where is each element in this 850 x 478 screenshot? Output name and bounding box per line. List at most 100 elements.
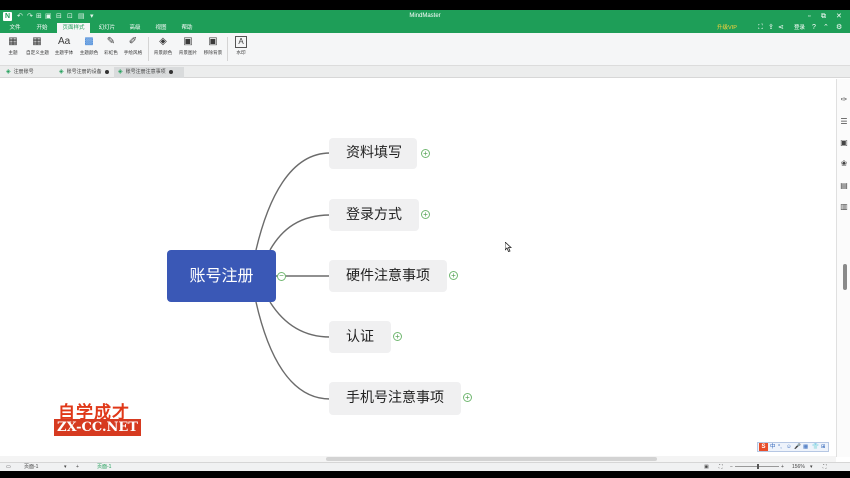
help-icon[interactable]: ? xyxy=(812,24,816,32)
status-bar: ▭ 页面-1 ▾ + 页面-1 ▣ ⛶ − + 156% ▾ ⛶ xyxy=(0,462,850,471)
ime-toolbar[interactable]: S 中 °, ☺ 🎤 ▦ 👕 ⊞ xyxy=(757,442,829,452)
fullscreen-view-icon[interactable]: ⛶ xyxy=(719,464,723,471)
fit-width-icon[interactable]: ⛶ xyxy=(823,464,827,471)
zoom-in-icon[interactable]: + xyxy=(781,464,784,471)
ime-chinese-mode[interactable]: 中 xyxy=(770,443,776,451)
maximize-icon[interactable]: ⧉ xyxy=(821,12,826,21)
title-bar: N ↶ ↷ ⊞ ▣ ⊟ ⊡ ▤ ▾ MindMaster ▫ ⧉ ✕ xyxy=(0,10,850,23)
custom-theme-icon: ▦ xyxy=(32,36,42,47)
tab-help[interactable]: 帮助 xyxy=(176,23,198,33)
upgrade-vip-button[interactable]: 升级VIP xyxy=(717,24,737,32)
main-topic[interactable]: 手机号注意事项 xyxy=(329,382,461,415)
zoom-dropdown-icon[interactable]: ▾ xyxy=(810,464,813,471)
mindmap-canvas[interactable]: 账号注册 − 资料填写 + 登录方式 + 硬件注意事项 + 认证 + 手机号注意… xyxy=(0,79,836,457)
background-color-button[interactable]: ◈ 背景颜色 xyxy=(152,36,174,62)
unsaved-dot-icon[interactable] xyxy=(168,69,173,74)
app-window: N ↶ ↷ ⊞ ▣ ⊟ ⊡ ▤ ▾ MindMaster ▫ ⧉ ✕ 文件 开始… xyxy=(0,10,850,471)
ime-punctuation[interactable]: °, xyxy=(778,443,782,451)
vertical-scrollbar[interactable] xyxy=(829,95,834,455)
collapse-branch-icon[interactable]: − xyxy=(277,272,286,281)
rainbow-button[interactable]: ✎ 彩虹色 xyxy=(100,36,122,62)
app-title: MindMaster xyxy=(409,13,441,19)
doc-tab-label: 账号注册注意事项 xyxy=(125,69,166,75)
fit-page-icon[interactable]: ▣ xyxy=(704,464,709,471)
doc-tab[interactable]: ◈ 账号注册的设备 xyxy=(55,67,111,78)
remove-background-label: 移除背景 xyxy=(203,50,223,55)
zoom-out-icon[interactable]: − xyxy=(730,464,733,471)
ime-toolbox-icon[interactable]: ⊞ xyxy=(821,443,826,451)
close-icon[interactable]: ✕ xyxy=(836,12,842,21)
branch-line xyxy=(269,301,331,338)
theme-font-label: 主题字体 xyxy=(54,50,74,55)
hand-drawn-button[interactable]: ✐ 手绘风格 xyxy=(122,36,144,62)
custom-theme-button[interactable]: ▦ 自定义主题 xyxy=(26,36,49,62)
tab-page-style[interactable]: 页面样式 xyxy=(57,23,90,33)
clipart-icon[interactable]: ❀ xyxy=(839,159,849,169)
main-topic[interactable]: 硬件注意事项 xyxy=(329,260,447,292)
settings-icon[interactable]: ⚙ xyxy=(836,24,842,32)
tab-advanced[interactable]: 高级 xyxy=(124,23,146,33)
expand-plus-icon[interactable]: + xyxy=(393,332,402,341)
watermark-button[interactable]: A 水印 xyxy=(230,36,252,62)
share-icon[interactable]: ⋖ xyxy=(778,24,784,32)
file-icon: ◈ xyxy=(118,69,123,75)
doc-tab-label: 注册账号 xyxy=(13,69,34,75)
central-topic[interactable]: 账号注册 xyxy=(167,250,276,302)
main-topic[interactable]: 认证 xyxy=(329,321,391,353)
tab-start[interactable]: 开始 xyxy=(30,23,54,33)
branch-line xyxy=(255,152,331,251)
doc-tab-active[interactable]: ◈ 账号注册注意事项 xyxy=(114,67,184,78)
remove-image-icon: ▣ xyxy=(208,36,218,47)
login-button[interactable]: 登录 xyxy=(794,24,805,32)
fullscreen-icon[interactable]: ⛶ xyxy=(758,24,763,32)
page-dropdown-icon[interactable]: ▾ xyxy=(64,464,67,471)
remove-background-button[interactable]: ▣ 移除背景 xyxy=(202,36,224,62)
icon-library-icon[interactable]: ▣ xyxy=(839,138,849,148)
background-image-label: 背景图片 xyxy=(178,50,198,55)
expand-plus-icon[interactable]: + xyxy=(449,271,458,280)
ime-skin-icon[interactable]: 👕 xyxy=(812,443,819,451)
ime-keyboard-icon[interactable]: ▦ xyxy=(803,443,808,451)
image-icon: ▣ xyxy=(183,36,193,47)
theme-button[interactable]: ▦ 主题 xyxy=(2,36,24,62)
custom-theme-label: 自定义主题 xyxy=(26,50,49,55)
document-tabs: ◈ 注册账号 ◈ 账号注册的设备 ◈ 账号注册注意事项 xyxy=(0,66,850,78)
page-selector[interactable]: 页面-1 xyxy=(24,464,38,471)
add-page-icon[interactable]: + xyxy=(76,464,79,471)
ribbon-toolbar: ▦ 主题 ▦ 自定义主题 Aa 主题字体 ▩ 主题颜色 ✎ 彩虹色 ✐ 手绘风格… xyxy=(0,33,850,66)
unsaved-dot-icon[interactable] xyxy=(104,69,109,74)
expand-plus-icon[interactable]: + xyxy=(421,210,430,219)
note-icon[interactable]: ▥ xyxy=(839,202,849,212)
minimize-icon[interactable]: ▫ xyxy=(808,12,810,21)
tab-slides[interactable]: 幻灯片 xyxy=(93,23,121,33)
doc-tab[interactable]: ◈ 注册账号 xyxy=(2,67,52,78)
theme-font-button[interactable]: Aa 主题字体 xyxy=(53,36,75,62)
zoom-slider-handle[interactable] xyxy=(757,464,759,469)
expand-plus-icon[interactable]: + xyxy=(463,393,472,402)
scrollbar-thumb[interactable] xyxy=(843,264,847,290)
tab-file[interactable]: 文件 xyxy=(4,23,26,33)
watermark-label: 水印 xyxy=(236,50,246,55)
main-topic[interactable]: 登录方式 xyxy=(329,199,419,231)
horizontal-scrollbar-thumb[interactable] xyxy=(326,457,657,461)
task-icon[interactable]: ▤ xyxy=(839,181,849,191)
ime-emoji-icon[interactable]: ☺ xyxy=(786,443,792,451)
page-tab[interactable]: 页面-1 xyxy=(97,464,111,471)
main-topic[interactable]: 资料填写 xyxy=(329,138,417,169)
menu-tabs: 文件 开始 页面样式 幻灯片 高级 视图 帮助 升级VIP ⛶ ⇪ ⋖ 登录 ?… xyxy=(0,23,850,33)
theme-color-button[interactable]: ▩ 主题颜色 xyxy=(78,36,100,62)
background-color-label: 背景颜色 xyxy=(153,50,173,55)
watermark-icon: A xyxy=(235,36,247,48)
ime-voice-icon[interactable]: 🎤 xyxy=(794,443,801,451)
ribbon-toggle-icon[interactable]: ⌃ xyxy=(823,24,829,32)
branch-line xyxy=(255,301,331,400)
publish-icon[interactable]: ⇪ xyxy=(768,24,774,32)
zoom-level[interactable]: 156% xyxy=(792,464,805,471)
background-image-button[interactable]: ▣ 背景图片 xyxy=(177,36,199,62)
tab-view[interactable]: 视图 xyxy=(150,23,172,33)
expand-plus-icon[interactable]: + xyxy=(421,149,430,158)
doc-tab-label: 账号注册的设备 xyxy=(66,69,102,75)
outline-list-icon[interactable]: ☰ xyxy=(839,117,849,127)
page-list-icon[interactable]: ▭ xyxy=(6,464,11,471)
format-brush-icon[interactable]: ✑ xyxy=(839,95,849,105)
